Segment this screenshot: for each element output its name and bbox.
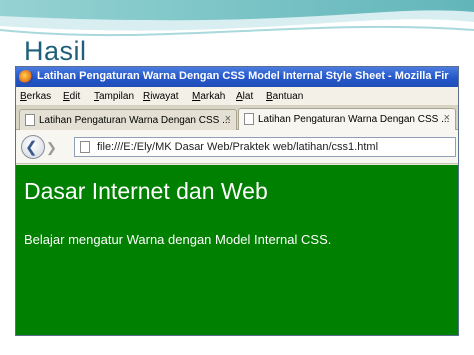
forward-arrow-icon[interactable]: ❯ — [46, 140, 62, 155]
window-titlebar[interactable]: Latihan Pengaturan Warna Dengan CSS Mode… — [16, 67, 458, 87]
menu-item-tampilan[interactable]: Tampilan — [94, 91, 134, 102]
window-title: Latihan Pengaturan Warna Dengan CSS Mode… — [37, 70, 449, 82]
browser-window: Latihan Pengaturan Warna Dengan CSS Mode… — [15, 66, 459, 336]
tab-label: Latihan Pengaturan Warna Dengan CSS ... — [39, 115, 231, 126]
menu-item-markah[interactable]: Markah — [192, 91, 225, 102]
tab-latihan-2[interactable]: Latihan Pengaturan Warna Dengan CSS ... … — [238, 108, 456, 131]
page-content: Dasar Internet dan Web Belajar mengatur … — [16, 165, 458, 335]
menu-item-edit[interactable]: Edit — [63, 91, 80, 102]
page-icon — [244, 113, 254, 125]
close-icon[interactable]: × — [444, 112, 450, 124]
navigation-toolbar: ❮ ❯ file:///E:/Ely/MK Dasar Web/Praktek … — [16, 130, 458, 164]
menu-bar: Berkas Edit Tampilan Riwayat Markah Alat… — [16, 87, 458, 106]
page-paragraph: Belajar mengatur Warna dengan Model Inte… — [24, 232, 332, 247]
tab-latihan-1[interactable]: Latihan Pengaturan Warna Dengan CSS ... … — [19, 109, 237, 130]
address-bar[interactable]: file:///E:/Ely/MK Dasar Web/Praktek web/… — [74, 137, 456, 157]
page-icon — [80, 141, 90, 153]
menu-item-bantuan[interactable]: Bantuan — [266, 91, 303, 102]
page-icon — [25, 114, 35, 126]
menu-item-berkas[interactable]: Berkas — [20, 91, 51, 102]
back-arrow-icon: ❮ — [25, 139, 38, 156]
menu-item-riwayat[interactable]: Riwayat — [143, 91, 179, 102]
back-button[interactable]: ❮ — [21, 135, 45, 159]
page-heading: Dasar Internet dan Web — [24, 178, 268, 204]
url-text[interactable]: file:///E:/Ely/MK Dasar Web/Praktek web/… — [97, 141, 378, 153]
close-icon[interactable]: × — [225, 113, 231, 125]
firefox-icon — [19, 70, 33, 84]
menu-item-alat[interactable]: Alat — [236, 91, 253, 102]
tab-label: Latihan Pengaturan Warna Dengan CSS ... — [258, 114, 450, 125]
slide-title: Hasil — [24, 36, 87, 66]
tab-strip: Latihan Pengaturan Warna Dengan CSS ... … — [16, 106, 458, 131]
